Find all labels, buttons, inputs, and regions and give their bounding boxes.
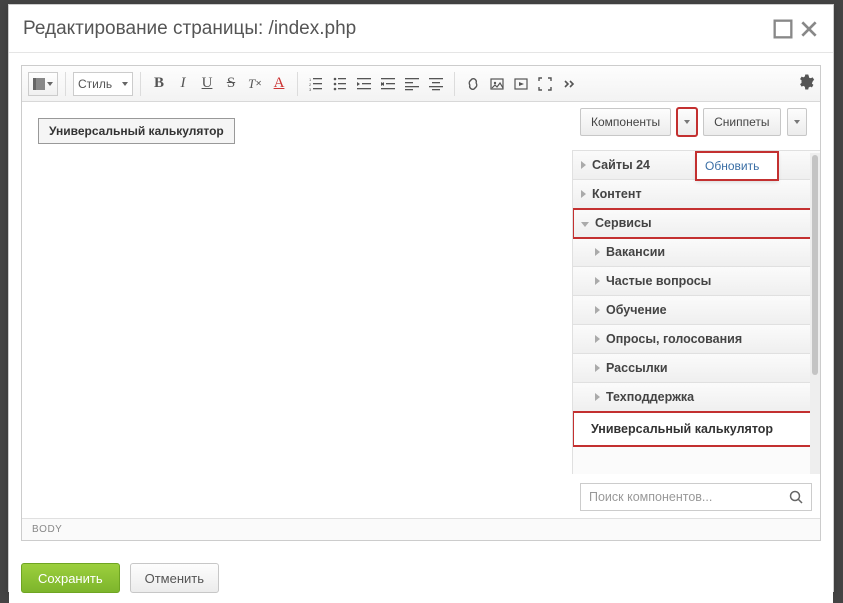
align-left-button[interactable]: [401, 72, 423, 96]
close-icon[interactable]: [799, 19, 819, 39]
indent-button[interactable]: [377, 72, 399, 96]
tree-item-label: Рассылки: [606, 361, 668, 375]
video-button[interactable]: [510, 72, 532, 96]
text-color-button[interactable]: A: [268, 72, 290, 96]
template-button[interactable]: [28, 72, 58, 96]
caret-icon: [794, 120, 800, 124]
dom-path-bar[interactable]: BODY: [22, 518, 820, 540]
link-button[interactable]: [462, 72, 484, 96]
layout-icon: [33, 78, 45, 90]
snippets-button[interactable]: Сниппеты: [703, 108, 780, 136]
dialog-header: Редактирование страницы: /index.php: [9, 5, 833, 53]
side-panel-top: Компоненты Сниппеты: [572, 102, 820, 142]
components-button[interactable]: Компоненты: [580, 108, 671, 136]
dialog-footer: Сохранить Отменить: [9, 553, 833, 603]
separator: [140, 72, 141, 96]
tree-branch-item[interactable]: Обучение: [573, 296, 820, 325]
tree-leaf-item[interactable]: Универсальный калькулятор: [573, 412, 820, 446]
chevron-right-icon: [595, 277, 600, 285]
tree-item-label: Техподдержка: [606, 390, 694, 404]
snippets-label: Сниппеты: [714, 115, 769, 129]
dialog-title: Редактирование страницы: /index.php: [23, 18, 767, 40]
edit-page-dialog: Редактирование страницы: /index.php Стил…: [8, 4, 834, 592]
separator: [65, 72, 66, 96]
tree-item-label: Сервисы: [595, 216, 652, 230]
component-search-input[interactable]: [589, 490, 789, 504]
strike-button[interactable]: S: [220, 72, 242, 96]
tree-branch-item[interactable]: Контент: [573, 180, 820, 209]
tree-branch-item[interactable]: Рассылки: [573, 354, 820, 383]
editor-frame: Стиль B I U S T✕ A 123: [21, 65, 821, 541]
tree-branch-item[interactable]: Опросы, голосования: [573, 325, 820, 354]
chevron-right-icon: [595, 364, 600, 372]
chevron-right-icon: [595, 306, 600, 314]
tree-scrollbar[interactable]: [810, 153, 820, 474]
tree-item-label: Опросы, голосования: [606, 332, 742, 346]
outdent-button[interactable]: [353, 72, 375, 96]
underline-button[interactable]: U: [196, 72, 218, 96]
dialog-body: Стиль B I U S T✕ A 123: [9, 53, 833, 553]
component-search-row: [572, 476, 820, 518]
tree-item-label: Частые вопросы: [606, 274, 711, 288]
editor-body: Универсальный калькулятор Компоненты Сни…: [22, 102, 820, 518]
placed-component-tag[interactable]: Универсальный калькулятор: [38, 118, 235, 144]
tree-branch-item[interactable]: Техподдержка: [573, 383, 820, 412]
svg-text:3: 3: [309, 87, 312, 91]
components-side-panel: Компоненты Сниппеты Обновить Сайты 24 Кон…: [572, 102, 820, 518]
tree-branch-item[interactable]: Вакансии: [573, 238, 820, 267]
components-tree: Сайты 24 Контент Сервисы Вакансии Частые воп…: [572, 150, 820, 474]
chevron-right-icon: [581, 161, 586, 169]
editor-toolbar: Стиль B I U S T✕ A 123: [22, 66, 820, 102]
tree-item-label: Контент: [592, 187, 642, 201]
style-label: Стиль: [78, 77, 112, 91]
tree-item-label: Универсальный калькулятор: [591, 422, 773, 436]
tree-branch-item[interactable]: Частые вопросы: [573, 267, 820, 296]
path-text: BODY: [32, 524, 62, 535]
style-dropdown[interactable]: Стиль: [73, 72, 133, 96]
snippets-dropdown-button[interactable]: [787, 108, 807, 136]
image-button[interactable]: [486, 72, 508, 96]
tree-item-label: Сайты 24: [592, 158, 650, 172]
refresh-menu-item[interactable]: Обновить: [705, 159, 759, 173]
caret-icon: [122, 82, 128, 86]
more-button[interactable]: [558, 72, 580, 96]
fullscreen-button[interactable]: [534, 72, 556, 96]
chevron-right-icon: [595, 248, 600, 256]
maximize-icon[interactable]: [773, 19, 793, 39]
chevron-right-icon: [581, 190, 586, 198]
settings-gear-icon[interactable]: [797, 73, 815, 91]
separator: [297, 72, 298, 96]
scroll-thumb[interactable]: [812, 155, 818, 375]
chevron-right-icon: [595, 393, 600, 401]
search-icon: [789, 490, 803, 504]
caret-icon: [47, 82, 53, 86]
components-dropdown-button[interactable]: [677, 108, 697, 136]
clear-format-button[interactable]: T✕: [244, 72, 266, 96]
cancel-button[interactable]: Отменить: [130, 563, 219, 593]
align-center-button[interactable]: [425, 72, 447, 96]
bold-button[interactable]: B: [148, 72, 170, 96]
ordered-list-button[interactable]: 123: [305, 72, 327, 96]
tree-branch-item[interactable]: Сервисы: [573, 209, 820, 238]
unordered-list-button[interactable]: [329, 72, 351, 96]
save-button[interactable]: Сохранить: [21, 563, 120, 593]
component-search-box[interactable]: [580, 483, 812, 511]
italic-button[interactable]: I: [172, 72, 194, 96]
components-refresh-menu[interactable]: Обновить: [696, 152, 778, 180]
caret-icon: [684, 120, 690, 124]
chevron-down-icon: [581, 222, 589, 227]
chevron-right-icon: [595, 335, 600, 343]
components-label: Компоненты: [591, 115, 660, 129]
tree-item-label: Обучение: [606, 303, 667, 317]
separator: [454, 72, 455, 96]
tree-item-label: Вакансии: [606, 245, 665, 259]
